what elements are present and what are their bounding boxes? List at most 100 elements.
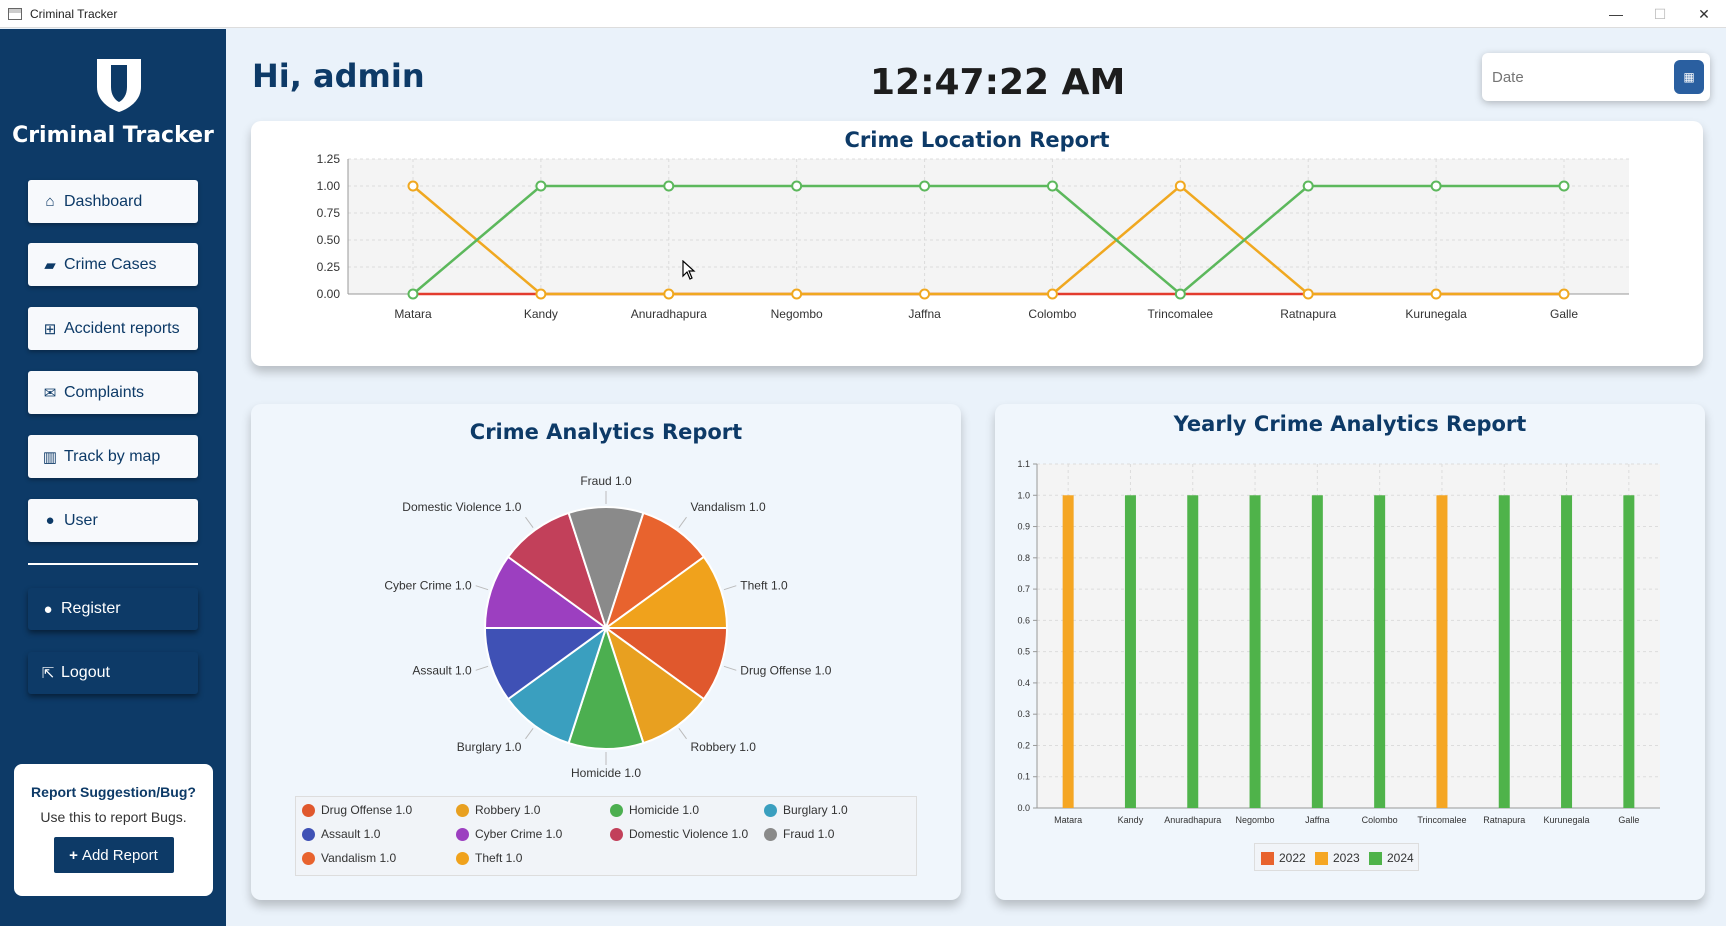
y-tick-label: 0.7 (1017, 584, 1030, 594)
slice-label: Homicide 1.0 (571, 766, 641, 780)
user-icon: ● (45, 512, 55, 529)
legend-swatch (764, 803, 777, 817)
crime-analytics-card: Crime Analytics Report Drug Offense 1.0 R… (251, 404, 961, 900)
calendar-icon[interactable]: ▦ (1674, 60, 1704, 94)
date-picker[interactable]: ▦ (1482, 53, 1710, 101)
legend-label: Theft 1.0 (475, 851, 523, 865)
legend-item: Cyber Crime 1.0 (456, 827, 562, 841)
data-point (1302, 288, 1314, 300)
legend-label: Vandalism 1.0 (321, 851, 397, 865)
map-icon: ▥ (42, 448, 58, 466)
y-tick-label: 0.8 (1017, 553, 1030, 563)
plot-area (348, 159, 1629, 294)
legend-item: Robbery 1.0 (456, 803, 540, 817)
nav-label: Accident reports (64, 319, 180, 337)
legend-swatch (456, 803, 469, 817)
x-tick-label: Ratnapura (1483, 815, 1525, 825)
yearly-analytics-card: Yearly Crime Analytics Report 0.0 0.1 0.2 0… (995, 404, 1705, 900)
data-point (919, 288, 931, 300)
report-bug-title: Report Suggestion/Bug? (31, 784, 196, 800)
nav-crime-cases-button[interactable]: ▰ Crime Cases (28, 243, 198, 286)
x-tick-label: Negombo (1236, 815, 1275, 825)
data-point (791, 288, 803, 300)
bar (1124, 495, 1136, 808)
y-tick-label: 0.2 (1017, 740, 1030, 750)
envelope-icon: ✉ (43, 384, 57, 402)
x-tick-label: Matara (1054, 815, 1082, 825)
register-button[interactable]: ● Register (28, 588, 198, 630)
slice-label-line (678, 728, 687, 740)
bar (1374, 495, 1386, 808)
legend-label: Cyber Crime 1.0 (475, 827, 563, 841)
add-report-label: Add Report (81, 846, 158, 864)
y-tick-label: 0.50 (317, 233, 341, 247)
x-tick-label: Galle (1550, 307, 1578, 321)
data-point (1046, 180, 1058, 192)
nav-user-button[interactable]: ● User (28, 499, 198, 542)
slice-label-line (525, 516, 534, 528)
y-tick-label: 1.00 (317, 179, 341, 193)
data-point (1430, 288, 1442, 300)
bar-chart: 0.0 0.1 0.2 0.3 0.4 0.5 0.6 0.7 0.8 0.9 1.0 1.1 Mata… (1017, 459, 1660, 825)
logout-button[interactable]: ⇱ Logout (28, 652, 198, 694)
sidebar: Criminal Tracker ⌂ Dashboard ▰ Crime Cas… (0, 29, 226, 926)
y-tick-label: 0.4 (1017, 678, 1030, 688)
legend-swatch (1261, 851, 1274, 865)
add-report-button[interactable]: + Add Report (53, 837, 174, 873)
data-point (663, 180, 675, 192)
data-point (535, 288, 547, 300)
nav-complaints-button[interactable]: ✉ Complaints (28, 371, 198, 414)
x-tick-label: Kandy (1118, 815, 1144, 825)
x-tick-label: Ratnapura (1280, 307, 1336, 321)
x-tick-label: Kandy (524, 307, 558, 321)
legend-swatch (302, 851, 315, 865)
data-point (1558, 288, 1570, 300)
slice-label-line (723, 585, 737, 591)
report-bug-panel: Report Suggestion/Bug? Use this to repor… (14, 764, 213, 896)
medkit-icon: ⊞ (43, 320, 57, 338)
legend-item: Homicide 1.0 (610, 803, 699, 817)
slice-label-line (723, 665, 737, 671)
legend-label: Burglary 1.0 (783, 803, 848, 817)
close-button[interactable]: ✕ (1682, 0, 1726, 28)
y-tick-label: 0.0 (1017, 803, 1030, 813)
x-tick-label: Matara (394, 307, 432, 321)
y-tick-label: 1.1 (1017, 459, 1030, 469)
maximize-button[interactable]: ☐ (1638, 0, 1682, 28)
legend-item: Drug Offense 1.0 (302, 803, 412, 817)
date-input[interactable] (1492, 65, 1652, 89)
legend-item: 2022 (1261, 851, 1306, 865)
data-point (1558, 180, 1570, 192)
slice-label-line (475, 665, 489, 671)
legend-swatch (610, 827, 623, 841)
data-point (407, 288, 419, 300)
slice-label: Drug Offense 1.0 (740, 663, 831, 677)
bar (1062, 495, 1074, 808)
y-tick-label: 1.0 (1017, 490, 1030, 500)
crime-location-card: Crime Location Report 0.00 0.25 0.50 0.75 1.… (251, 121, 1703, 366)
legend-label: 2022 (1279, 851, 1306, 865)
slice-label: Robbery 1.0 (691, 740, 757, 754)
nav-accident-reports-button[interactable]: ⊞ Accident reports (28, 307, 198, 350)
nav-dashboard-button[interactable]: ⌂ Dashboard (28, 180, 198, 223)
clock: 12:47:22 AM (870, 62, 1126, 103)
data-point (535, 180, 547, 192)
register-label: Register (61, 600, 121, 617)
bar (1623, 495, 1635, 808)
x-tick-label: Kurunegala (1544, 815, 1590, 825)
brand-name: Criminal Tracker (12, 123, 214, 148)
x-tick-label: Kurunegala (1405, 307, 1467, 321)
legend-item: 2023 (1315, 851, 1360, 865)
slice-label-line (475, 585, 489, 591)
data-point (1302, 180, 1314, 192)
external-link-icon: ⇱ (41, 665, 55, 682)
sidebar-divider (28, 563, 198, 565)
window-controls: — ☐ ✕ (1594, 0, 1726, 28)
y-tick-label: 0.9 (1017, 522, 1030, 532)
line-chart: 0.00 0.25 0.50 0.75 1.00 1.25 Matara Kandy Anura… (317, 152, 1629, 321)
nav-track-by-map-button[interactable]: ▥ Track by map (28, 435, 198, 478)
y-tick-label: 0.5 (1017, 647, 1030, 657)
y-tick-label: 0.00 (317, 287, 341, 301)
legend-swatch (456, 827, 469, 841)
minimize-button[interactable]: — (1594, 0, 1638, 28)
